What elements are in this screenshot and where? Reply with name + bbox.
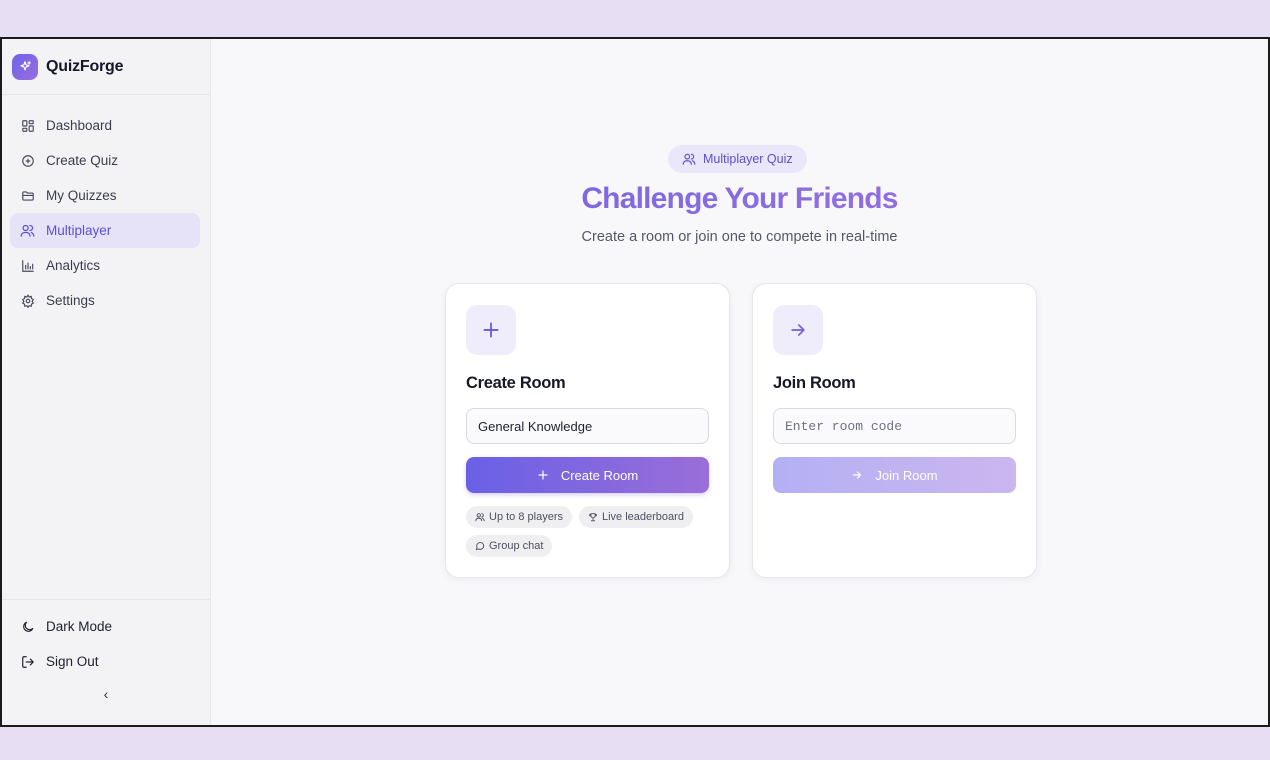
tag-label: Up to 8 players [489, 511, 563, 523]
button-label: Create Room [560, 467, 639, 483]
moon-icon [20, 619, 35, 634]
sidebar-item-label: Dashboard [46, 118, 113, 133]
sidebar-item-settings[interactable]: Settings [10, 283, 200, 318]
sparkle-logo-icon [12, 53, 38, 80]
brand[interactable]: QuizForge [2, 39, 210, 95]
folder-icon [20, 188, 35, 203]
users-icon [20, 223, 35, 238]
quiz-topic-input[interactable] [466, 408, 709, 444]
create-room-button[interactable]: Create Room [466, 457, 709, 493]
plus-icon [466, 305, 516, 355]
dark-mode-toggle[interactable]: Dark Mode [10, 609, 200, 644]
chat-bubble-icon [475, 542, 485, 551]
users-icon [475, 513, 485, 522]
brand-name: QuizForge [46, 57, 124, 75]
sidebar-item-dashboard[interactable]: Dashboard [10, 108, 200, 143]
bar-chart-icon [20, 258, 35, 273]
dark-mode-label: Dark Mode [46, 619, 113, 634]
sidebar-item-label: Analytics [46, 258, 101, 273]
button-label: Join Room [875, 467, 938, 483]
sidebar-nav: Dashboard Create Quiz My Quizzes Multipl… [2, 95, 210, 318]
sidebar-item-label: Multiplayer [46, 223, 112, 238]
chevron-left-icon: ‹ [103, 686, 109, 702]
plus-circle-icon [20, 153, 35, 168]
tag-label: Live leaderboard [601, 511, 684, 523]
sidebar-item-label: Create Quiz [46, 153, 119, 168]
main-content: Multiplayer Quiz Challenge Your Friends … [211, 39, 1268, 725]
sign-out-button[interactable]: Sign Out [10, 644, 200, 679]
dashboard-icon [20, 118, 35, 133]
sidebar: QuizForge Dashboard Create Quiz My Quizz… [2, 39, 211, 725]
tag-label: Group chat [489, 540, 544, 552]
trophy-icon [589, 513, 597, 522]
page-title: Challenge Your Friends [211, 182, 1268, 216]
feature-tag-leaderboard: Live leaderboard [578, 506, 693, 528]
page-subtitle: Create a room or join one to compete in … [581, 229, 898, 245]
sidebar-item-create-quiz[interactable]: Create Quiz [10, 143, 200, 178]
sidebar-item-label: Settings [46, 293, 95, 308]
join-room-card: Join Room Join Room [752, 283, 1037, 578]
multiplayer-quiz-badge: Multiplayer Quiz [668, 145, 807, 173]
sidebar-footer: Dark Mode Sign Out ‹ [2, 599, 210, 725]
feature-tag-chat: Group chat [466, 535, 553, 557]
users-icon [682, 152, 696, 166]
join-room-title: Join Room [773, 374, 856, 392]
feature-tag-players: Up to 8 players [466, 506, 572, 528]
arrow-right-icon [773, 305, 823, 355]
sign-out-label: Sign Out [46, 654, 99, 669]
feature-tags: Up to 8 players Live leaderboard Group c… [466, 506, 716, 557]
create-room-card: Create Room Create Room Up to 8 players … [445, 283, 730, 578]
join-room-button[interactable]: Join Room [773, 457, 1016, 493]
create-room-title: Create Room [466, 374, 566, 392]
sidebar-item-my-quizzes[interactable]: My Quizzes [10, 178, 200, 213]
plus-icon [537, 469, 549, 481]
arrow-right-icon [851, 469, 863, 481]
gear-icon [20, 293, 35, 308]
collapse-sidebar-button[interactable]: ‹ [2, 679, 210, 709]
badge-label: Multiplayer Quiz [703, 152, 793, 166]
app-window: QuizForge Dashboard Create Quiz My Quizz… [0, 37, 1270, 727]
room-code-input[interactable] [773, 408, 1016, 444]
sidebar-item-multiplayer[interactable]: Multiplayer [10, 213, 200, 248]
sidebar-item-label: My Quizzes [46, 188, 117, 203]
sidebar-item-analytics[interactable]: Analytics [10, 248, 200, 283]
sign-out-icon [20, 654, 35, 669]
